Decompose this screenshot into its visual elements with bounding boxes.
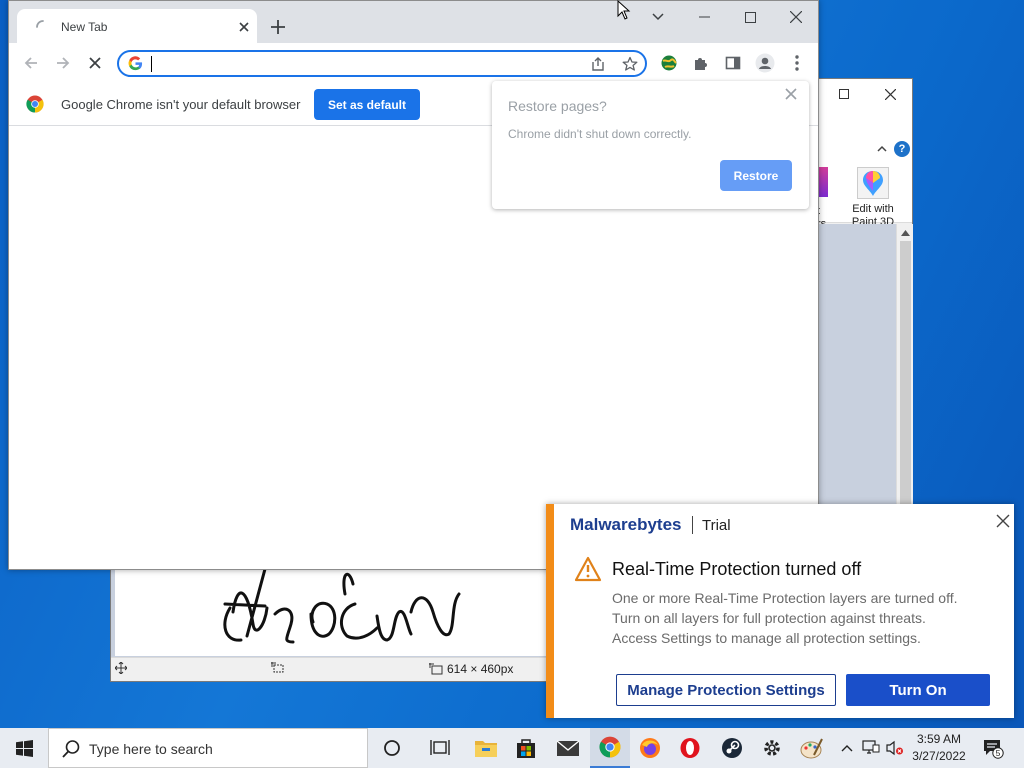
back-button[interactable] xyxy=(19,51,43,75)
profile-avatar-icon[interactable] xyxy=(753,51,777,75)
paint3d-icon xyxy=(857,167,889,199)
set-as-default-button[interactable]: Set as default xyxy=(314,89,420,120)
ribbon-collapse-button[interactable] xyxy=(875,142,889,156)
loading-spinner-icon xyxy=(36,20,44,28)
scroll-up-icon[interactable] xyxy=(897,224,914,241)
minimize-icon xyxy=(698,16,710,18)
address-bar[interactable] xyxy=(117,50,647,77)
file-explorer-icon[interactable] xyxy=(466,728,506,768)
paint-maximize-button[interactable] xyxy=(833,83,855,105)
paint3d-label-line1: Edit with xyxy=(852,203,894,215)
task-view-icon[interactable] xyxy=(420,728,460,768)
notification-body: One or more Real-Time Protection layers … xyxy=(612,588,1002,648)
paint-icon[interactable] xyxy=(792,728,832,768)
store-icon[interactable] xyxy=(506,728,546,768)
warning-triangle-icon xyxy=(574,556,602,582)
body-line: Turn on all layers for full protection a… xyxy=(612,610,926,626)
forward-button[interactable] xyxy=(51,51,75,75)
close-icon xyxy=(884,88,896,100)
body-line: One or more Real-Time Protection layers … xyxy=(612,590,958,606)
scroll-thumb[interactable] xyxy=(900,241,911,541)
text-caret xyxy=(151,56,152,72)
restore-bubble-message: Chrome didn't shut down correctly. xyxy=(508,127,692,141)
extensions-puzzle-icon[interactable] xyxy=(689,51,713,75)
malwarebytes-notification: Malwarebytes Trial Real-Time Protection … xyxy=(546,504,1014,718)
maximize-icon xyxy=(744,11,756,23)
google-g-icon xyxy=(128,56,143,71)
tab-new-tab[interactable]: New Tab xyxy=(17,9,257,43)
opera-icon[interactable] xyxy=(670,728,710,768)
close-icon xyxy=(790,11,802,23)
minimize-button[interactable] xyxy=(681,1,727,33)
steam-icon[interactable] xyxy=(712,728,752,768)
image-size-text: 614 × 460px xyxy=(447,662,514,676)
action-center-button[interactable]: 5 xyxy=(982,737,1004,759)
paint-canvas[interactable] xyxy=(115,564,555,656)
bookmark-star-icon[interactable] xyxy=(621,55,639,73)
show-hidden-icons-chevron-icon[interactable] xyxy=(838,738,856,758)
search-icon xyxy=(62,740,80,758)
image-size-icon xyxy=(429,663,443,675)
taskbar-clock[interactable]: 3:59 AM 3/27/2022 xyxy=(906,731,972,765)
tab-close-icon[interactable] xyxy=(237,20,251,34)
chrome-window[interactable]: New Tab Google Chrome isn't your default… xyxy=(8,0,819,570)
chrome-icon[interactable] xyxy=(590,728,630,768)
manage-protection-settings-button[interactable]: Manage Protection Settings xyxy=(616,674,836,706)
chevron-down-icon xyxy=(652,13,664,21)
brand-separator xyxy=(692,516,693,534)
taskbar-search-box[interactable]: Type here to search xyxy=(48,728,368,768)
infobar-message: Google Chrome isn't your default browser xyxy=(61,97,301,112)
firefox-icon[interactable] xyxy=(630,728,670,768)
chrome-logo-icon xyxy=(26,95,44,113)
volume-muted-icon[interactable] xyxy=(886,738,904,758)
stop-x-icon xyxy=(89,57,101,69)
windows-logo-icon xyxy=(15,739,33,757)
restore-button[interactable]: Restore xyxy=(720,160,792,191)
clock-time: 3:59 AM xyxy=(916,732,962,746)
turn-on-button[interactable]: Turn On xyxy=(846,674,990,706)
edition-label: Trial xyxy=(702,517,731,534)
mouse-pointer-icon xyxy=(617,0,631,20)
new-tab-plus-icon[interactable] xyxy=(268,17,288,37)
help-button[interactable]: ? xyxy=(894,141,910,157)
chrome-toolbar xyxy=(9,43,818,83)
cortana-icon[interactable] xyxy=(372,728,412,768)
clock-date: 3/27/2022 xyxy=(912,749,966,763)
forward-arrow-icon xyxy=(57,57,70,69)
chrome-menu-icon[interactable] xyxy=(785,51,809,75)
side-panel-icon[interactable] xyxy=(721,51,745,75)
tab-search-button[interactable] xyxy=(635,1,681,33)
handwriting-drawing xyxy=(223,567,461,644)
malwarebytes-brand: Malwarebytes xyxy=(570,515,682,534)
mail-icon[interactable] xyxy=(548,728,588,768)
address-input[interactable] xyxy=(151,54,571,74)
chrome-tabstrip[interactable]: New Tab xyxy=(9,1,818,43)
maximize-button[interactable] xyxy=(727,1,773,33)
paint-close-button[interactable] xyxy=(879,83,901,105)
bubble-close-icon[interactable] xyxy=(784,87,798,101)
notification-title: Real-Time Protection turned off xyxy=(612,559,862,579)
cursor-position-icon xyxy=(115,662,127,674)
restore-pages-bubble: Restore pages? Chrome didn't shut down c… xyxy=(492,81,809,209)
back-arrow-icon xyxy=(24,57,37,69)
chevron-up-icon xyxy=(877,145,887,152)
restore-bubble-title: Restore pages? xyxy=(508,98,607,114)
extension-globe-icon[interactable] xyxy=(657,51,681,75)
close-button[interactable] xyxy=(773,1,818,33)
share-icon[interactable] xyxy=(589,55,607,73)
body-line: Access Settings to manage all protection… xyxy=(612,630,921,646)
settings-icon[interactable] xyxy=(752,728,792,768)
search-placeholder: Type here to search xyxy=(89,741,213,757)
stop-loading-button[interactable] xyxy=(83,51,107,75)
notifications-icon: 5 xyxy=(984,740,1004,759)
taskbar: Type here to search 3:59 AM 3/27/2022 5 xyxy=(0,728,1024,768)
notification-close-icon[interactable] xyxy=(996,514,1010,528)
network-icon[interactable] xyxy=(862,738,880,758)
notification-count: 5 xyxy=(996,748,1001,758)
start-button[interactable] xyxy=(0,728,48,768)
tab-title: New Tab xyxy=(61,20,108,34)
maximize-icon xyxy=(839,89,849,99)
image-size-indicator: 614 × 460px xyxy=(429,662,513,676)
selection-size-icon xyxy=(271,662,285,674)
